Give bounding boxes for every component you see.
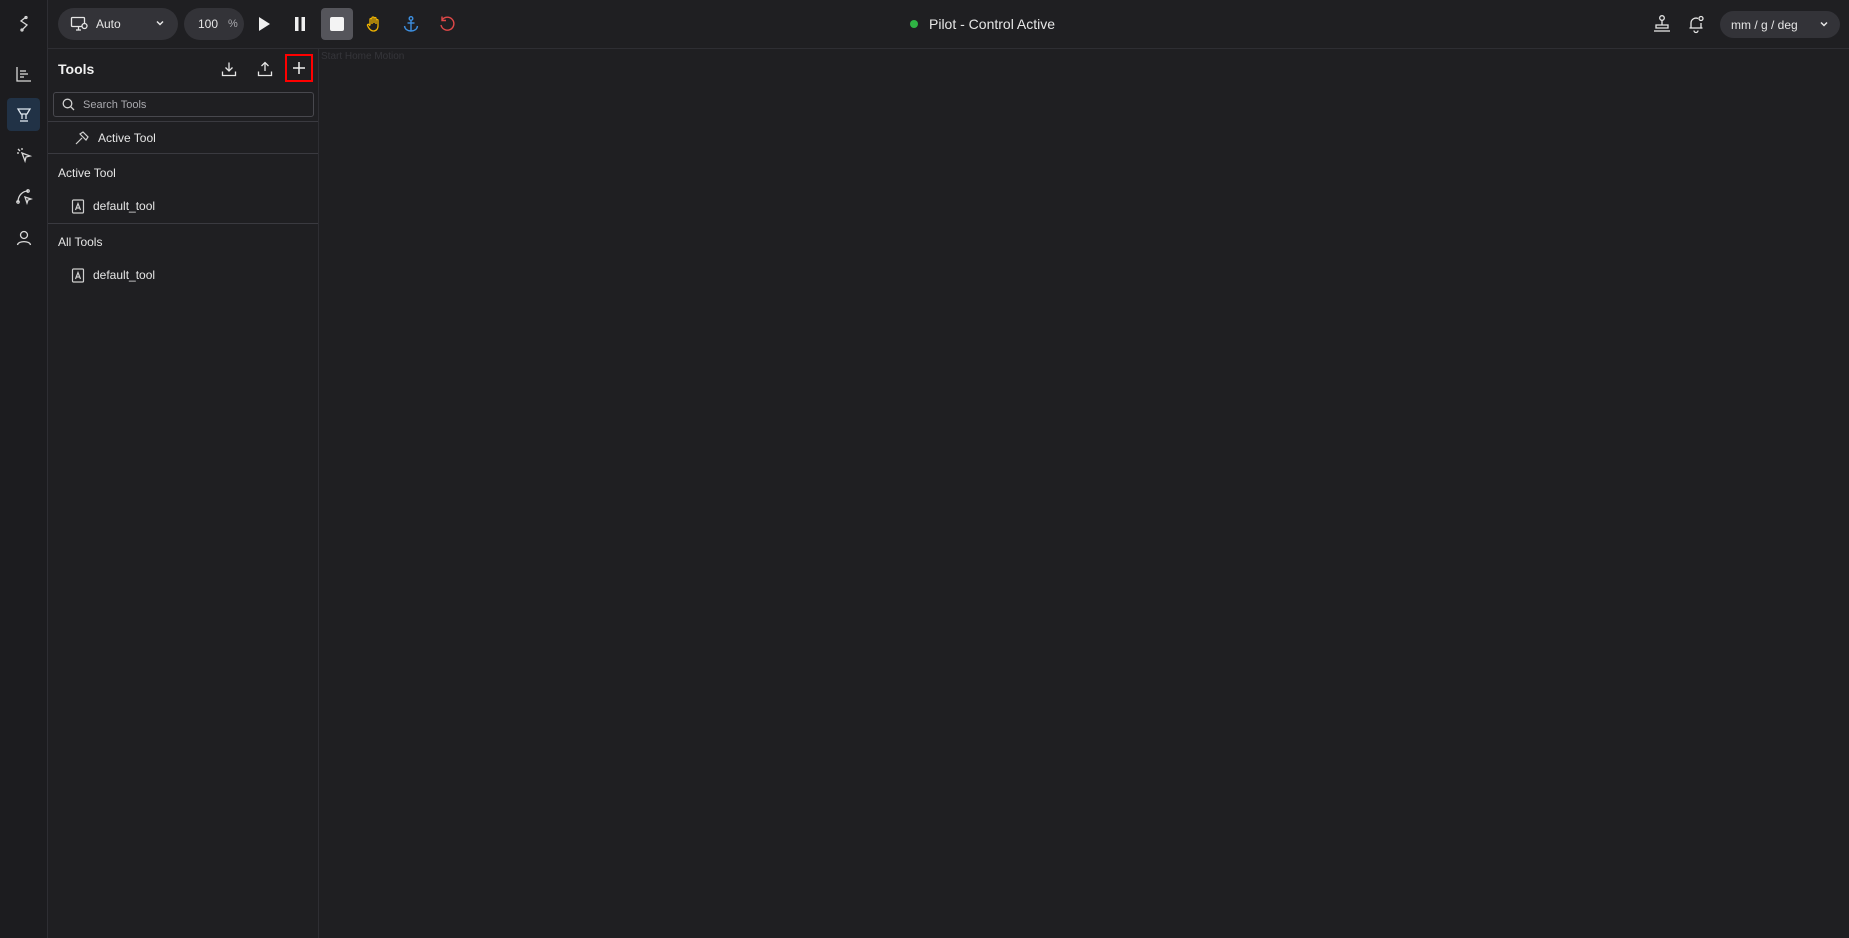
tool-file-icon [71, 198, 85, 214]
left-rail [0, 0, 48, 938]
monitor-icon [70, 16, 88, 31]
search-box[interactable] [53, 92, 314, 117]
hammer-icon [75, 130, 89, 144]
user-icon[interactable] [7, 221, 40, 254]
plus-icon [293, 62, 305, 74]
reset-button[interactable] [431, 8, 463, 40]
active-tool-section-label: Active Tool [58, 166, 116, 180]
speed-input[interactable]: 100 % [184, 8, 244, 40]
notifications-button[interactable] [1684, 12, 1708, 36]
chevron-down-icon [156, 20, 164, 26]
logo-icon[interactable] [7, 7, 40, 40]
status-text: Pilot - Control Active [929, 16, 1056, 32]
top-bar: Auto 100 % Pilot - Control Active mm / g… [48, 0, 1849, 49]
anchor-button[interactable] [395, 8, 427, 40]
units-label: mm / g / deg [1731, 17, 1798, 32]
anchor-icon [403, 16, 419, 32]
speed-value: 100 [198, 17, 219, 31]
active-tool-name: default_tool [93, 199, 156, 213]
status-indicator [910, 20, 918, 28]
robot-arm-icon [1654, 15, 1670, 32]
path-icon[interactable] [7, 179, 40, 212]
tool-name: default_tool [93, 268, 156, 282]
stop-icon [330, 17, 344, 31]
ghost-tooltip-text: Start Home Motion [321, 51, 405, 62]
divider [48, 153, 318, 154]
divider [48, 121, 318, 122]
chart-icon[interactable] [7, 57, 40, 90]
active-tool-label: Active Tool [98, 131, 156, 145]
connection-status: Pilot - Control Active [910, 16, 1055, 32]
speed-unit: % [228, 18, 238, 30]
pointer-icon[interactable] [7, 138, 40, 171]
tool-file-icon [71, 267, 85, 283]
units-select[interactable]: mm / g / deg [1720, 11, 1840, 38]
panel-title: Tools [58, 61, 95, 77]
reset-icon [440, 16, 455, 31]
bell-icon [1689, 15, 1704, 34]
tools-panel: Tools Active Tool [48, 49, 319, 938]
search-icon [62, 98, 75, 111]
all-tools-section-label: All Tools [58, 235, 103, 249]
chevron-down-icon [1820, 21, 1828, 27]
tool-icon[interactable] [7, 98, 40, 131]
play-icon [259, 17, 270, 31]
mode-select[interactable]: Auto [58, 8, 178, 40]
list-item[interactable]: default_tool [48, 262, 318, 288]
hand-guide-button[interactable] [358, 8, 390, 40]
hand-icon [366, 16, 379, 32]
active-tool-row[interactable]: default_tool [48, 193, 318, 219]
upload-icon [257, 61, 273, 77]
app-root: Auto 100 % Pilot - Control Active mm / g… [0, 0, 1849, 938]
play-button[interactable] [248, 8, 280, 40]
mode-label: Auto [96, 17, 121, 31]
add-tool-button[interactable] [285, 54, 313, 82]
active-tool-item[interactable]: Active Tool [48, 125, 318, 151]
stop-button[interactable] [321, 8, 353, 40]
robot-arm-button[interactable] [1650, 12, 1674, 36]
download-icon [221, 62, 237, 77]
import-button[interactable] [216, 56, 242, 82]
pause-button[interactable] [284, 8, 316, 40]
export-button[interactable] [252, 56, 278, 82]
pause-icon [295, 17, 305, 31]
search-input[interactable] [83, 98, 303, 111]
divider [48, 223, 318, 224]
